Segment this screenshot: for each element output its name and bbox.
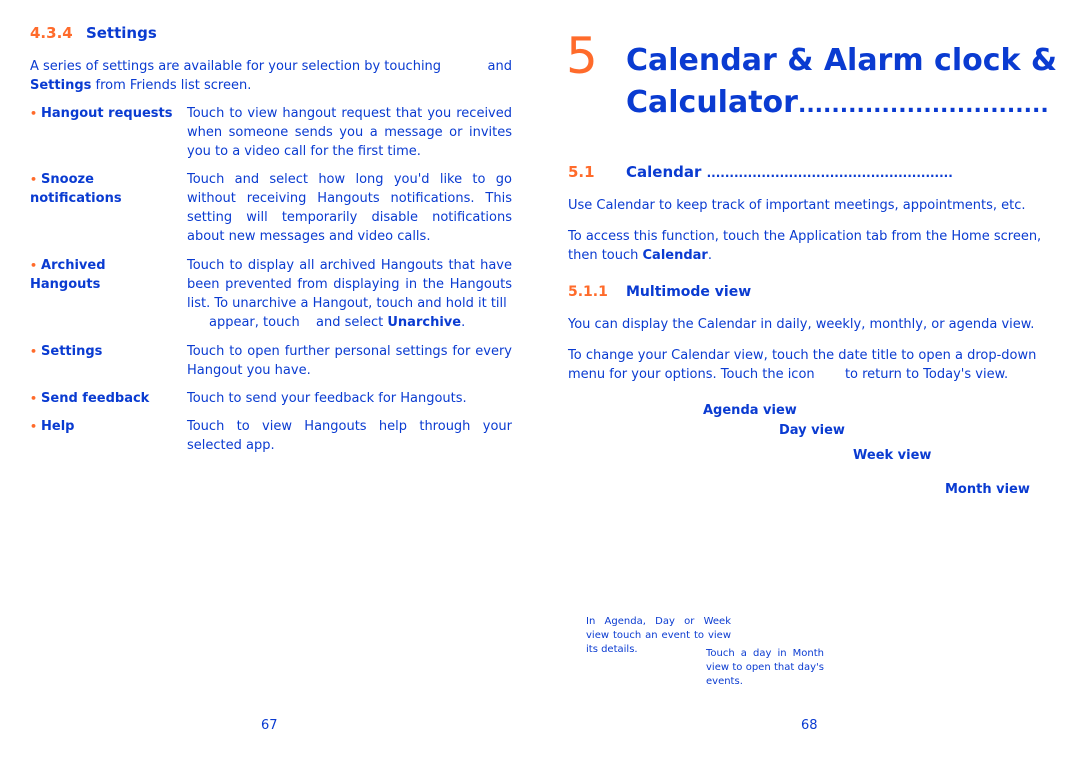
left-page-section-heading: 4.3.4 Settings xyxy=(30,24,157,42)
chapter-number: 5 xyxy=(566,27,598,85)
item-label-settings: • Settings xyxy=(30,344,103,359)
page-number-right: 68 xyxy=(801,718,818,733)
intro-bold: Settings xyxy=(30,78,92,93)
item-label-archived-hangouts: • Archived Hangouts xyxy=(30,258,106,292)
para-access: To access this function, touch the Appli… xyxy=(568,229,1042,263)
para-change-view: To change your Calendar view, touch the … xyxy=(568,348,1037,382)
intro-and: and xyxy=(487,59,512,74)
item-desc-archived-hangouts: Touch to display all archived Hangouts t… xyxy=(187,258,512,330)
label-agenda-view: Agenda view xyxy=(703,403,797,418)
section-number: 4.3.4 xyxy=(30,24,73,42)
item-label-send-feedback: • Send feedback xyxy=(30,391,150,406)
section-5-1-heading: 5.1 Calendar ...........................… xyxy=(568,163,953,181)
para-use-calendar: Use Calendar to keep track of important … xyxy=(568,198,1026,213)
intro-text: A series of settings are available for y… xyxy=(30,59,442,74)
chapter-title: Calendar & Alarm clock & Calculator.....… xyxy=(626,43,1058,120)
item-desc-settings: Touch to open further personal settings … xyxy=(187,344,512,378)
intro-end: from Friends list screen. xyxy=(91,78,252,93)
item-label-snooze-notifications: • Snooze notifications xyxy=(30,172,122,206)
section-title: Settings xyxy=(85,24,157,42)
item-desc-send-feedback: Touch to send your feedback for Hangouts… xyxy=(187,391,467,406)
subsection-heading: 5.1.1 Multimode view xyxy=(568,284,752,300)
item-desc-hangout-requests: Touch to view hangout request that you r… xyxy=(187,106,512,159)
label-week-view: Week view xyxy=(853,448,932,463)
intro-paragraph: A series of settings are available for y… xyxy=(30,57,512,95)
item-label-hangout-requests: • Hangout requests xyxy=(30,106,173,121)
label-month-view: Month view xyxy=(945,482,1030,497)
para-display-views: You can display the Calendar in daily, w… xyxy=(568,317,1035,332)
label-day-view: Day view xyxy=(779,423,845,438)
page-number-left: 67 xyxy=(261,718,278,733)
caption-month: Touch a day in Month view to open that d… xyxy=(706,648,824,687)
item-desc-help: Touch to view Hangouts help through your… xyxy=(187,419,512,453)
item-label-help: • Help xyxy=(30,419,75,434)
item-desc-snooze-notifications: Touch and select how long you'd like to … xyxy=(187,172,512,244)
